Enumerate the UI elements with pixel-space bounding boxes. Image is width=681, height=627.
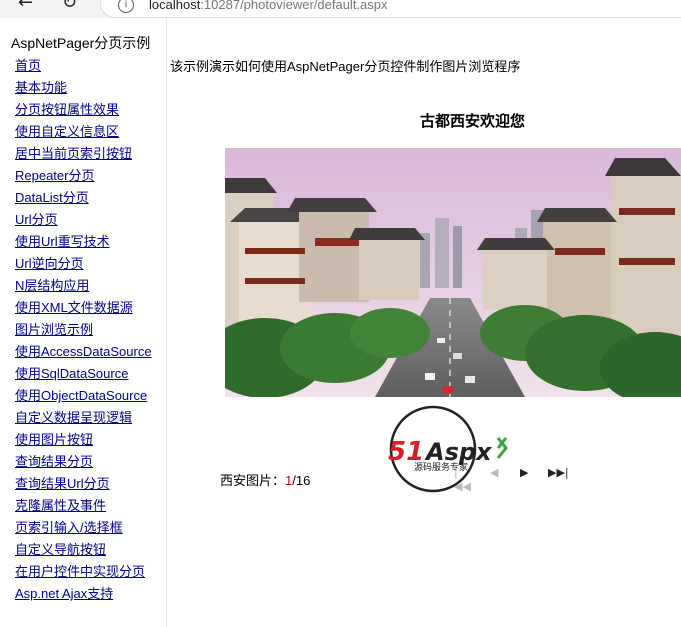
sidebar-item: 在用户控件中实现分页 <box>15 562 152 584</box>
sidebar-link-repeater[interactable]: Repeater分页 <box>15 168 94 183</box>
browser-toolbar: ← ↻ i localhost:10287/photoviewer/defaul… <box>0 0 681 18</box>
sidebar-item: 查询结果分页 <box>15 452 152 474</box>
sidebar-item: 使用ObjectDataSource <box>15 386 152 408</box>
site-title: AspNetPager分页示例 <box>11 35 151 51</box>
sidebar-link-access-datasource[interactable]: 使用AccessDataSource <box>15 344 152 359</box>
city-photo <box>225 148 681 397</box>
sidebar-link-url-paging[interactable]: Url分页 <box>15 212 58 227</box>
sidebar-link-page-index-input[interactable]: 页索引输入/选择框 <box>15 520 123 535</box>
address-url[interactable]: localhost:10287/photoviewer/default.aspx <box>149 0 388 12</box>
prev-page-icon: ◀ <box>490 466 499 479</box>
sidebar-item: 使用XML文件数据源 <box>15 298 152 320</box>
sidebar-item: N层结构应用 <box>15 276 152 298</box>
sidebar-item: 克隆属性及事件 <box>15 496 152 518</box>
url-host: localhost <box>149 0 201 12</box>
sidebar-item: Asp.net Ajax支持 <box>15 584 152 606</box>
sidebar-link-ajax[interactable]: Asp.net Ajax支持 <box>15 586 113 601</box>
photo-caption: 古都西安欢迎您 <box>420 112 526 130</box>
sidebar-link-datalist[interactable]: DataList分页 <box>15 190 89 205</box>
sidebar-nav: AspNetPager分页示例 首页 基本功能 分页按钮属性效果 使用自定义信息… <box>0 18 167 627</box>
url-path: :10287/photoviewer/default.aspx <box>200 0 388 12</box>
sidebar-item: 自定义数据呈现逻辑 <box>15 408 152 430</box>
sidebar-link-object-datasource[interactable]: 使用ObjectDataSource <box>15 388 147 403</box>
sidebar-link-query-paging[interactable]: 查询结果分页 <box>15 454 93 469</box>
sidebar-item: 分页按钮属性效果 <box>15 100 152 122</box>
sidebar-item: Url逆向分页 <box>15 254 152 276</box>
logo-aspx-text: Aspx <box>424 438 493 466</box>
sidebar-link-user-control[interactable]: 在用户控件中实现分页 <box>15 564 145 579</box>
sidebar-item: 查询结果Url分页 <box>15 474 152 496</box>
sidebar-item: DataList分页 <box>15 188 152 210</box>
sidebar-item: 使用SqlDataSource <box>15 364 152 386</box>
back-arrow-icon[interactable]: ← <box>18 0 33 12</box>
sidebar-link-n-tier[interactable]: N层结构应用 <box>15 278 89 293</box>
sidebar-link-basic[interactable]: 基本功能 <box>15 80 67 95</box>
last-page-icon[interactable]: ▶▶| <box>548 466 569 480</box>
next-page-icon[interactable]: ▶ <box>520 466 528 480</box>
address-bar[interactable]: i localhost:10287/photoviewer/default.as… <box>100 0 681 18</box>
logo-x-mark-icon <box>496 437 508 459</box>
sidebar-link-custom-render[interactable]: 自定义数据呈现逻辑 <box>15 410 132 425</box>
city-photo-graphic <box>225 148 681 397</box>
sidebar-link-xml-source[interactable]: 使用XML文件数据源 <box>15 300 133 315</box>
sidebar-item: 使用图片按钮 <box>15 430 152 452</box>
sidebar-item: Repeater分页 <box>15 166 152 188</box>
sidebar-link-image-browse[interactable]: 图片浏览示例 <box>15 322 93 337</box>
sidebar-link-custom-nav[interactable]: 自定义导航按钮 <box>15 542 106 557</box>
sidebar-item: 基本功能 <box>15 78 152 100</box>
first-page-icon: |◀◀ <box>454 466 471 493</box>
sidebar-link-sql-datasource[interactable]: 使用SqlDataSource <box>15 366 128 381</box>
site-info-icon[interactable]: i <box>118 0 134 13</box>
sidebar-item: 居中当前页索引按钮 <box>15 144 152 166</box>
sidebar-link-url-rewrite[interactable]: 使用Url重写技术 <box>15 234 110 249</box>
sidebar-item: 使用Url重写技术 <box>15 232 152 254</box>
sidebar-item: Url分页 <box>15 210 152 232</box>
sidebar-link-button-props[interactable]: 分页按钮属性效果 <box>15 102 119 117</box>
sidebar-item: 使用自定义信息区 <box>15 122 152 144</box>
sidebar-link-center-index[interactable]: 居中当前页索引按钮 <box>15 146 132 161</box>
page-intro: 该示例演示如何使用AspNetPager分页控件制作图片浏览程序 <box>170 59 521 74</box>
sidebar-item: 图片浏览示例 <box>15 320 152 342</box>
reload-icon[interactable]: ↻ <box>62 0 77 12</box>
sidebar-item: 使用AccessDataSource <box>15 342 152 364</box>
sidebar-link-custom-info[interactable]: 使用自定义信息区 <box>15 124 119 139</box>
sidebar-item: 自定义导航按钮 <box>15 540 152 562</box>
sidebar-link-clone-props[interactable]: 克隆属性及事件 <box>15 498 106 513</box>
sidebar-link-query-url-paging[interactable]: 查询结果Url分页 <box>15 476 110 491</box>
pager-label: 西安图片： <box>220 473 286 488</box>
sidebar-link-image-buttons[interactable]: 使用图片按钮 <box>15 432 93 447</box>
51aspx-logo: 51 Aspx 源码服务专家 <box>388 405 508 493</box>
sidebar-item: 页索引输入/选择框 <box>15 518 152 540</box>
pager-info: 西安图片：1/16 <box>220 470 310 489</box>
sidebar-link-url-reverse[interactable]: Url逆向分页 <box>15 256 84 271</box>
sidebar-link-home[interactable]: 首页 <box>15 58 41 73</box>
sidebar-item: 首页 <box>15 56 152 78</box>
pager-total-pages: 16 <box>295 473 311 488</box>
sidebar-menu: 首页 基本功能 分页按钮属性效果 使用自定义信息区 居中当前页索引按钮 Repe… <box>15 56 152 606</box>
